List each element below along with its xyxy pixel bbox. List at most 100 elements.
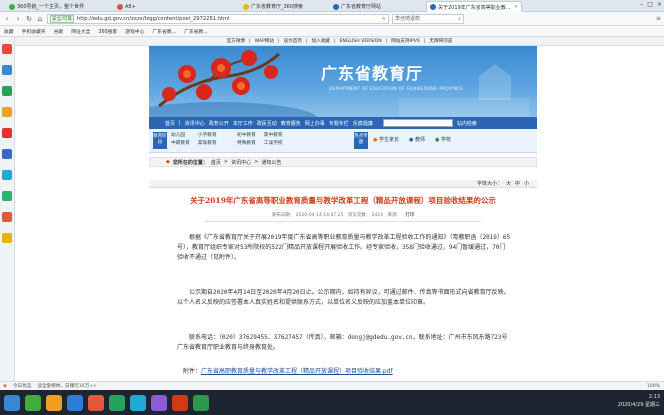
nav-item[interactable]: 网上办事 xyxy=(305,120,325,127)
weibo-icon[interactable] xyxy=(2,44,12,54)
news-ticker[interactable]: 谈全套柳林，日赚元10万++ xyxy=(37,383,96,389)
font-medium-button[interactable]: 中 xyxy=(515,180,520,187)
search-input[interactable]: 李佳琦退款 ⌕ xyxy=(392,13,464,24)
site-subtitle: DEPARTMENT OF EDUCATION OF GUANGDONG PRO… xyxy=(329,86,464,91)
top-link[interactable]: 加入收藏 xyxy=(312,38,330,44)
media-task-icon[interactable] xyxy=(151,394,167,411)
service-link-schools[interactable]: ● 学校 xyxy=(435,136,451,143)
service-link-parents[interactable]: ● 学生家长 xyxy=(373,136,399,143)
menu-icon[interactable]: ≡ xyxy=(656,15,661,22)
news-icon[interactable] xyxy=(2,212,12,222)
home-icon[interactable]: ⌂ xyxy=(36,15,44,23)
qq-task-icon[interactable] xyxy=(130,394,146,411)
favicon-icon xyxy=(430,4,436,10)
article-paragraph: 联系电话：（020）37629455、37627457（传真），邮箱：dongj… xyxy=(177,334,508,351)
attachment-link[interactable]: 广东省高职教育质量与教学改革工程（精品开放课程）项目验收结果.pdf xyxy=(201,368,393,375)
bookmark-item[interactable]: 收藏 xyxy=(4,28,14,35)
excel-task-icon[interactable] xyxy=(193,394,209,411)
maximize-icon[interactable]: □ xyxy=(647,1,653,8)
forward-icon[interactable]: › xyxy=(14,15,22,23)
app-icon[interactable] xyxy=(2,170,12,180)
tab-360-nav[interactable]: 360导航_一个主页，整个世界 xyxy=(6,1,110,12)
window-controls: – □ × xyxy=(640,1,662,8)
close-tab-icon[interactable]: × xyxy=(514,4,518,10)
breadcrumb-link[interactable]: 资讯中心 xyxy=(231,159,251,166)
bookmark-item[interactable]: 广东省教... xyxy=(184,28,208,35)
minimize-icon[interactable]: – xyxy=(640,1,643,8)
top-link[interactable]: 官方微博 xyxy=(227,38,245,44)
stage-link[interactable]: 初中教育 xyxy=(237,132,256,138)
game-icon[interactable] xyxy=(2,107,12,117)
zoom-level[interactable]: 100% xyxy=(647,384,660,389)
bookmark-item[interactable]: 游戏中心 xyxy=(125,28,144,35)
site-top-links: 官方微博 | WAP网站 | 设为首页 | 加入收藏 | ENGLISH VERSION… xyxy=(15,37,664,46)
url-input[interactable]: 安全/可靠 http://edu.gd.gov.cn/zxzx/tzgg/con… xyxy=(47,13,389,24)
app-task-icon[interactable] xyxy=(88,394,104,411)
stage-link[interactable]: 工读学校 xyxy=(264,140,283,146)
top-link[interactable]: ENGLISH VERSION xyxy=(339,39,381,44)
stage-link[interactable]: 高等教育 xyxy=(198,140,217,146)
word-task-icon[interactable] xyxy=(67,394,83,411)
nav-item[interactable]: 资讯中心 xyxy=(185,120,205,127)
nav-item[interactable]: 政民互动 xyxy=(257,120,277,127)
font-large-button[interactable]: 大 xyxy=(506,180,511,187)
stage-link[interactable]: 中职教育 xyxy=(171,140,190,146)
bookmark-item[interactable]: 网址大全 xyxy=(71,28,90,35)
mail-icon[interactable] xyxy=(2,65,12,75)
back-icon[interactable]: ‹ xyxy=(3,15,11,23)
tab-a8[interactable]: A8+ xyxy=(114,1,148,12)
shop-icon[interactable] xyxy=(2,191,12,201)
top-link[interactable]: 无障碍浏览 xyxy=(429,38,452,44)
site-search-button[interactable]: 站内检索 xyxy=(457,120,477,127)
top-link[interactable]: 网站支持IPV6 xyxy=(391,38,420,44)
nav-item[interactable]: 本厅工作 xyxy=(233,120,253,127)
star-icon[interactable]: ★ xyxy=(381,16,386,22)
bookmark-item[interactable]: 谷歌 xyxy=(54,28,64,35)
print-link[interactable]: 打印 xyxy=(405,213,414,218)
stage-link[interactable]: 小学教育 xyxy=(198,132,217,138)
nav-item[interactable]: 专题专栏 xyxy=(329,120,349,127)
browser-status-bar: ◉ 今日优选 谈全套柳林，日赚元10万++ 100% xyxy=(0,381,664,390)
tool-icon[interactable] xyxy=(2,233,12,243)
refresh-icon[interactable]: ↻ xyxy=(25,15,33,23)
font-small-button[interactable]: 小 xyxy=(524,180,529,187)
chat-icon[interactable] xyxy=(2,86,12,96)
bookmark-item[interactable]: 广东省教... xyxy=(152,28,176,35)
nav-item[interactable]: 首页 xyxy=(165,120,175,127)
education-stage-nav: 教育阶段 幼儿园 小学教育 中职教育 高等教育 初中教育 高中教育 特殊教育 工… xyxy=(149,129,537,153)
top-link[interactable]: WAP网站 xyxy=(255,38,274,44)
nav-item[interactable]: 教育服务 xyxy=(281,120,301,127)
reader-icon[interactable] xyxy=(2,149,12,159)
system-clock[interactable]: 2:13 2020/4/29 星期三 xyxy=(618,393,660,409)
tab-360-search[interactable]: 广东省教育厅_360搜索 xyxy=(240,1,320,12)
stage-link[interactable]: 幼儿园 xyxy=(171,132,190,138)
stage-link[interactable]: 高中教育 xyxy=(264,132,283,138)
wechat-task-icon[interactable] xyxy=(109,394,125,411)
video-icon[interactable] xyxy=(2,128,12,138)
stage-link[interactable]: 特殊教育 xyxy=(237,140,256,146)
close-window-icon[interactable]: × xyxy=(657,1,662,8)
favicon-icon xyxy=(333,3,339,10)
address-toolbar: ‹ › ↻ ⌂ 安全/可靠 http://edu.gd.gov.cn/zxzx/… xyxy=(0,12,664,26)
browser-task-icon[interactable] xyxy=(25,394,41,411)
breadcrumb-link[interactable]: 通知公告 xyxy=(261,159,281,166)
top-link[interactable]: 设为首页 xyxy=(284,38,302,44)
stage-links: 幼儿园 小学教育 中职教育 高等教育 xyxy=(171,132,217,146)
bookmark-item[interactable]: 360搜索 xyxy=(98,28,117,35)
folder-task-icon[interactable] xyxy=(46,394,62,411)
tab-gd-edu[interactable]: 广东省教育厅网站 xyxy=(330,1,410,12)
pdf-task-icon[interactable] xyxy=(172,394,188,411)
breadcrumb-link[interactable]: 首页 xyxy=(211,159,221,166)
article-title: 关于2019年广东省高等职业教育质量与教学改革工程（精品开放课程）项目验收结果的… xyxy=(190,196,496,205)
service-link-teachers[interactable]: ● 教师 xyxy=(409,136,425,143)
search-icon[interactable]: ⌕ xyxy=(458,16,461,22)
breadcrumb: ◆ 您所在的位置： 首页 > 资讯中心 > 通知公告 xyxy=(149,157,537,167)
nav-item[interactable]: 反腐倡廉 xyxy=(353,120,373,127)
bookmark-item[interactable]: 手机收藏夹 xyxy=(22,28,46,35)
favicon-icon xyxy=(117,3,123,10)
nav-item[interactable]: 政务公开 xyxy=(209,120,229,127)
tab-current-article[interactable]: 关于2019年广东省高等职业教... × xyxy=(426,1,522,12)
site-search-input[interactable] xyxy=(382,119,453,127)
start-icon[interactable] xyxy=(4,394,20,411)
location-icon: ◆ xyxy=(166,159,170,165)
